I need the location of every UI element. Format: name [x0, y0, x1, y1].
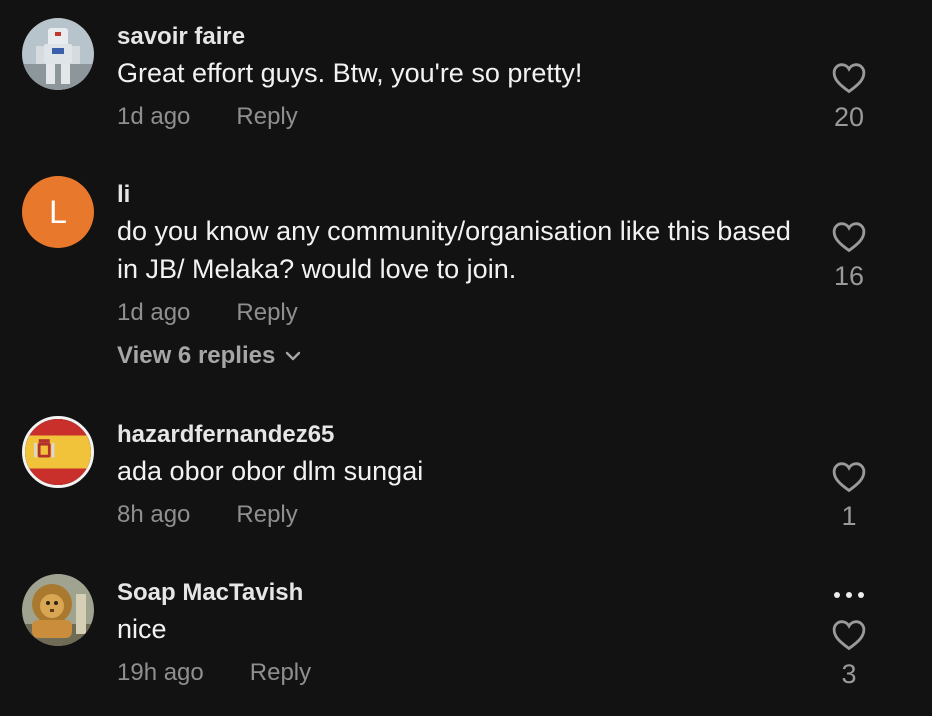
spain-flag-avatar-image [25, 419, 91, 485]
view-replies-label: View 6 replies [117, 342, 276, 369]
comment-body: Soap MacTavish nice 19h ago Reply [117, 578, 797, 688]
reply-button[interactable]: Reply [236, 102, 297, 132]
more-dots-icon[interactable] [826, 585, 872, 605]
comment-text: nice [117, 614, 167, 644]
comment-time: 19h ago [117, 659, 204, 686]
comment-body: li do you know any community/organisatio… [117, 180, 797, 370]
comment-username[interactable]: savoir faire [117, 22, 797, 52]
reply-button[interactable]: Reply [236, 500, 297, 530]
like-button[interactable]: 16 [820, 221, 878, 291]
avatar[interactable] [22, 574, 94, 646]
like-count: 16 [833, 261, 865, 291]
avatar[interactable] [22, 18, 94, 90]
like-button[interactable]: 3 [820, 619, 878, 689]
like-count: 1 [841, 501, 857, 531]
comment-username[interactable]: li [117, 180, 797, 210]
heart-outline-icon [832, 462, 866, 493]
dot [858, 592, 864, 598]
comment-text: Great effort guys. Btw, you're so pretty… [117, 58, 583, 88]
robot-statue-avatar-image [22, 18, 94, 90]
heart-outline-icon [832, 222, 866, 253]
comment-body: hazardfernandez65 ada obor obor dlm sung… [117, 420, 797, 530]
dot [834, 592, 840, 598]
avatar-letter: L [49, 193, 67, 230]
comment-username[interactable]: hazardfernandez65 [117, 420, 797, 450]
like-button[interactable]: 1 [820, 461, 878, 531]
comment-time: 1d ago [117, 299, 191, 326]
comment-meta: 19h ago Reply [117, 658, 797, 688]
comment-time: 1d ago [117, 103, 191, 130]
comment-text: do you know any community/organisation l… [117, 216, 791, 284]
view-replies-button[interactable]: View 6 replies [117, 342, 797, 370]
heart-outline-icon [832, 63, 866, 94]
comment-meta: 1d ago Reply [117, 102, 797, 132]
dot [846, 592, 852, 598]
comment-text: ada obor obor dlm sungai [117, 456, 424, 486]
chevron-down-icon [286, 351, 301, 361]
comment-list: savoir faire Great effort guys. Btw, you… [0, 0, 932, 716]
comment-username[interactable]: Soap MacTavish [117, 578, 797, 608]
heart-outline-icon [832, 620, 866, 651]
like-count: 20 [833, 102, 865, 132]
avatar[interactable] [22, 416, 94, 488]
comment-meta: 8h ago Reply [117, 500, 797, 530]
comment-body: savoir faire Great effort guys. Btw, you… [117, 22, 797, 132]
avatar[interactable]: L [22, 176, 94, 248]
like-button[interactable]: 20 [820, 62, 878, 132]
comment-meta: 1d ago Reply [117, 298, 797, 328]
like-count: 3 [841, 659, 857, 689]
comment-time: 8h ago [117, 501, 191, 528]
lion-art-avatar-image [22, 574, 94, 646]
reply-button[interactable]: Reply [250, 658, 311, 688]
reply-button[interactable]: Reply [236, 298, 297, 328]
